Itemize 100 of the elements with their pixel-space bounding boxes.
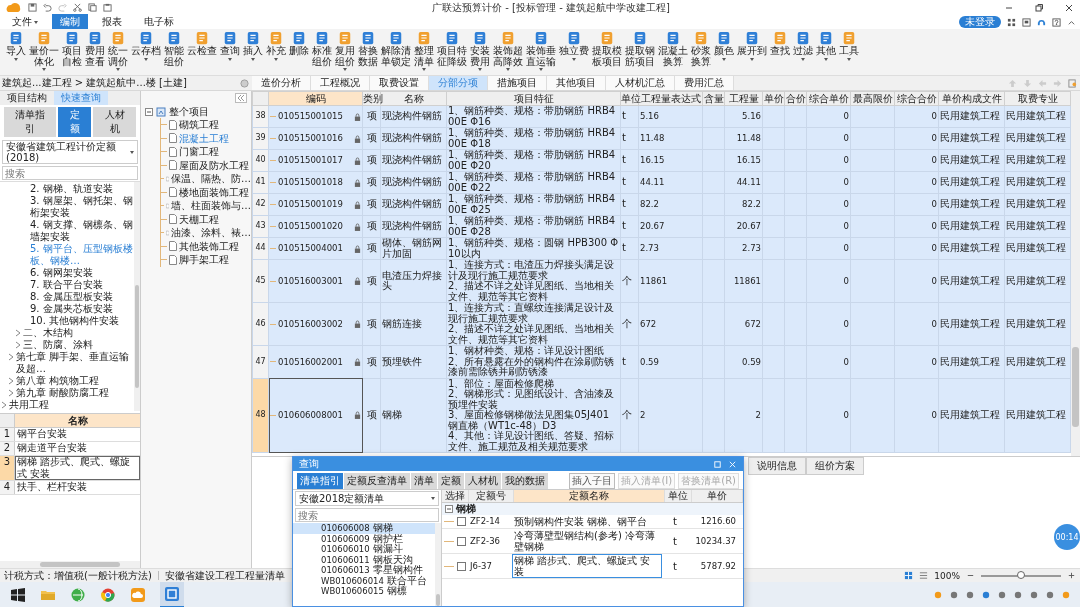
- tree-item[interactable]: 其他装饰工程: [179, 239, 239, 253]
- toolbar-button[interactable]: 提取钢筋项目: [623, 31, 656, 67]
- table-cell[interactable]: 预制钢构件安装 钢梯、钢平台: [512, 515, 662, 528]
- list-item[interactable]: 010606009 钢护栏: [293, 533, 435, 544]
- dialog-tab[interactable]: 人材机: [465, 473, 501, 489]
- dialog-tab[interactable]: 定额反查清单: [344, 473, 410, 489]
- toolbar-button[interactable]: 砂浆换算: [689, 31, 712, 67]
- toolbar-button[interactable]: 提取模板项目: [590, 31, 623, 67]
- tree-item[interactable]: 4. 钢支撑、钢檩条、钢墙架安装: [30, 219, 134, 243]
- tree-item[interactable]: 保温、隔热、防…: [171, 172, 251, 186]
- library-tab[interactable]: 清单指引: [4, 107, 57, 137]
- scrollbar[interactable]: [0, 561, 140, 568]
- circle-icon[interactable]: [240, 78, 249, 88]
- row-number[interactable]: 39: [252, 127, 269, 150]
- toolbar-button[interactable]: 补充: [264, 31, 287, 61]
- library-tab[interactable]: 定额: [58, 107, 92, 137]
- column-header[interactable]: 项目特征: [446, 91, 621, 106]
- column-header[interactable]: 综合单价: [806, 91, 851, 106]
- row-number[interactable]: 38: [252, 105, 269, 128]
- view-tab[interactable]: 措施项目: [488, 76, 547, 90]
- checkbox[interactable]: [457, 561, 466, 571]
- toolbar-button[interactable]: 查找: [768, 31, 791, 57]
- table-cell[interactable]: 钢梯 踏步式、爬式、螺旋式 安装: [15, 456, 140, 480]
- plus-icon[interactable]: [1067, 571, 1076, 580]
- tree-item[interactable]: 9. 金属夹芯板安装: [30, 303, 113, 315]
- dialog-tab[interactable]: 我的数据: [502, 473, 548, 489]
- tree-item[interactable]: 屋面及防水工程: [179, 158, 249, 172]
- scrollbar[interactable]: [134, 182, 140, 411]
- column-header[interactable]: 取费专业: [1004, 91, 1071, 106]
- tree-item[interactable]: 砌筑工程: [179, 118, 219, 132]
- tree-item[interactable]: 墙、柱面装饰与…: [171, 199, 251, 213]
- toolbar-button[interactable]: 展开到: [735, 31, 768, 61]
- dialog-tab[interactable]: 清单: [411, 473, 437, 489]
- tree-item[interactable]: 楼地面装饰工程: [179, 185, 249, 199]
- row-number[interactable]: 40: [252, 149, 269, 172]
- tree-item[interactable]: 第七章 脚手架、垂直运输及超…: [16, 351, 134, 375]
- column-header[interactable]: 综合合价: [894, 91, 939, 106]
- row-number[interactable]: 44: [252, 237, 269, 260]
- toolbar-button[interactable]: 整理清单: [412, 31, 435, 71]
- window-icon[interactable]: [1022, 17, 1031, 27]
- toolbar-button[interactable]: 量价一体化: [27, 31, 60, 71]
- cut-icon[interactable]: [73, 3, 82, 12]
- column-header[interactable]: 合价: [784, 91, 807, 106]
- tree-item[interactable]: 3. 钢屋架、钢托架、钢桁架安装: [30, 195, 134, 219]
- checkbox[interactable]: [457, 536, 466, 546]
- tree-item[interactable]: 脚手架工程: [179, 253, 229, 267]
- collapse-box-icon[interactable]: [145, 107, 153, 116]
- panel-tab[interactable]: 项目结构: [0, 91, 54, 105]
- scrollbar-thumb[interactable]: [1072, 346, 1079, 427]
- table-cell[interactable]: 扶手、栏杆安装: [15, 481, 140, 494]
- detail-tab[interactable]: 组价方案: [806, 457, 864, 475]
- column-header[interactable]: 类别: [362, 91, 381, 106]
- toolbar-button[interactable]: 云检查: [185, 31, 218, 57]
- tree-item[interactable]: 6. 钢网架安装: [30, 267, 93, 279]
- help-icon[interactable]: [1052, 17, 1061, 27]
- tree-item[interactable]: 门窗工程: [179, 145, 219, 159]
- table-cell[interactable]: 钢走道平台安装: [15, 442, 140, 455]
- row-number[interactable]: 47: [252, 345, 269, 378]
- copy-icon[interactable]: [88, 3, 97, 12]
- toolbar-button[interactable]: 导入: [4, 31, 27, 61]
- toolbar-button[interactable]: 混凝土换算: [656, 31, 689, 67]
- library-dropdown[interactable]: 安徽省建筑工程计价定额(2018): [2, 140, 138, 164]
- view-tab[interactable]: 造价分析: [252, 76, 311, 90]
- column-header[interactable]: 最高限价: [850, 91, 895, 106]
- dialog-tab[interactable]: 定额: [438, 473, 464, 489]
- scrollbar-thumb[interactable]: [436, 593, 440, 606]
- table-cell[interactable]: 钢平台安装: [15, 428, 140, 441]
- row-number[interactable]: 48: [252, 378, 269, 453]
- grid-view-icon[interactable]: [904, 571, 914, 580]
- windows-logo-icon[interactable]: [10, 586, 26, 603]
- toolbar-button[interactable]: 插入: [241, 31, 264, 61]
- list-item[interactable]: 010606010 钢漏斗: [293, 544, 435, 555]
- scrollbar[interactable]: [435, 523, 441, 606]
- toolbar-button[interactable]: 工具: [837, 31, 860, 61]
- restore-icon[interactable]: [1034, 2, 1044, 13]
- tree-item[interactable]: 第九章 耐酸防腐工程: [16, 387, 110, 399]
- toolbar-button[interactable]: 费用查看: [83, 31, 106, 67]
- app-icon[interactable]: [164, 585, 180, 602]
- tree-item[interactable]: 第八章 构筑物工程: [16, 375, 100, 387]
- toolbar-button[interactable]: 云存档: [129, 31, 162, 61]
- column-header[interactable]: 单价构成文件: [938, 91, 1005, 106]
- view-tab[interactable]: 人材机汇总: [606, 76, 675, 90]
- save-icon[interactable]: [28, 3, 37, 12]
- tree-item[interactable]: 油漆、涂料、裱…: [171, 226, 251, 240]
- scrollbar-thumb[interactable]: [135, 285, 139, 389]
- toolbar-button[interactable]: 复用组价: [333, 31, 356, 71]
- collapse-left-icon[interactable]: [235, 93, 247, 103]
- list-item[interactable]: 010606008 钢梯: [293, 523, 435, 534]
- view-tab[interactable]: 其他项目: [547, 76, 606, 90]
- table-cell[interactable]: 钢梯 踏步式、爬式、螺旋式 安装: [512, 554, 662, 578]
- login-badge[interactable]: 未登录: [959, 16, 1001, 28]
- tree-item[interactable]: 三、防腐、涂料: [23, 339, 93, 351]
- detail-tab[interactable]: 说明信息: [748, 457, 806, 475]
- tree-item[interactable]: 10. 其他钢构件安装: [30, 315, 120, 327]
- globe-icon[interactable]: [70, 586, 86, 603]
- paste-icon[interactable]: [103, 3, 112, 12]
- row-number[interactable]: 43: [252, 215, 269, 238]
- dialog-tab[interactable]: 清单指引: [297, 473, 343, 489]
- list-item[interactable]: 010606013 零星钢构件: [293, 565, 435, 576]
- toolbar-button[interactable]: 替换数据: [356, 31, 379, 67]
